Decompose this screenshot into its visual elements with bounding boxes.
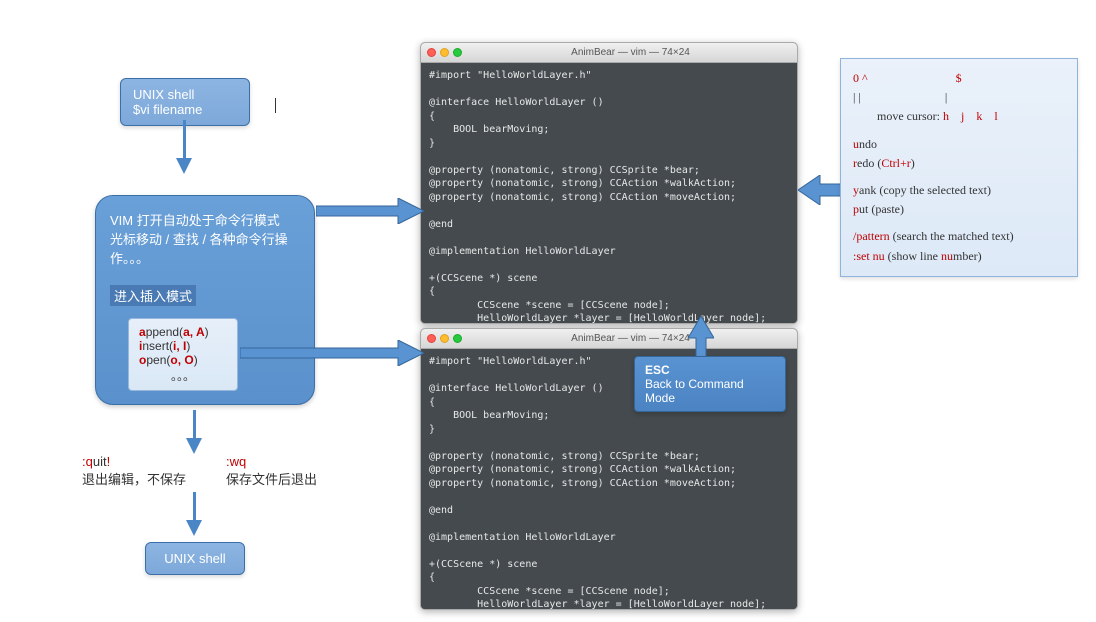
shell-label: UNIX shell: [133, 87, 237, 102]
term-titlebar-2: AnimBear — vim — 74×24: [421, 329, 797, 349]
main-l1: VIM 打开自动处于命令行模式: [110, 210, 300, 229]
vi-command: $vi filename: [133, 102, 237, 117]
unix-shell-start: UNIX shell $vi filename: [120, 78, 250, 126]
term-title-text-2: AnimBear — vim — 74×24: [470, 333, 791, 344]
term-body-top: #import "HelloWorldLayer.h" @interface H…: [421, 63, 797, 324]
terminal-command-mode: AnimBear — vim — 74×24 #import "HelloWor…: [420, 42, 798, 324]
esc-callout: ESC Back to Command Mode: [634, 356, 786, 412]
main-l2: 光标移动 / 查找 / 各种命令行操作。。。: [110, 229, 300, 267]
arrow-to-bottom-term: [240, 340, 424, 366]
arrow-cheatsheet-to-term: [798, 175, 846, 205]
insert-commands: append(a, A) insert(i, I) open(o, O) 。。。: [128, 318, 238, 391]
term-titlebar: AnimBear — vim — 74×24: [421, 43, 797, 63]
arrow-quit-to-shell: [186, 492, 206, 540]
text-cursor: [275, 98, 276, 113]
unix-shell-end: UNIX shell: [145, 542, 245, 575]
quit-no-save: :quit! 退出编辑，不保存: [82, 454, 186, 488]
esc-title: ESC: [645, 363, 775, 377]
esc-desc: Back to Command Mode: [645, 377, 775, 405]
quit-save: :wq 保存文件后退出: [226, 454, 317, 488]
traffic-lights-2: [427, 334, 462, 343]
traffic-lights: [427, 48, 462, 57]
insert-mode-label: 进入插入模式: [110, 285, 196, 306]
arrow-main-to-quit: [186, 410, 206, 458]
term-title-text: AnimBear — vim — 74×24: [470, 47, 791, 58]
arrow-shell-to-main: [176, 120, 196, 180]
arrow-esc-up: [688, 316, 714, 360]
arrow-to-top-term: [316, 198, 424, 224]
vim-cheatsheet: 0 ^$ | || move cursor: h j k l undo redo…: [840, 58, 1078, 277]
